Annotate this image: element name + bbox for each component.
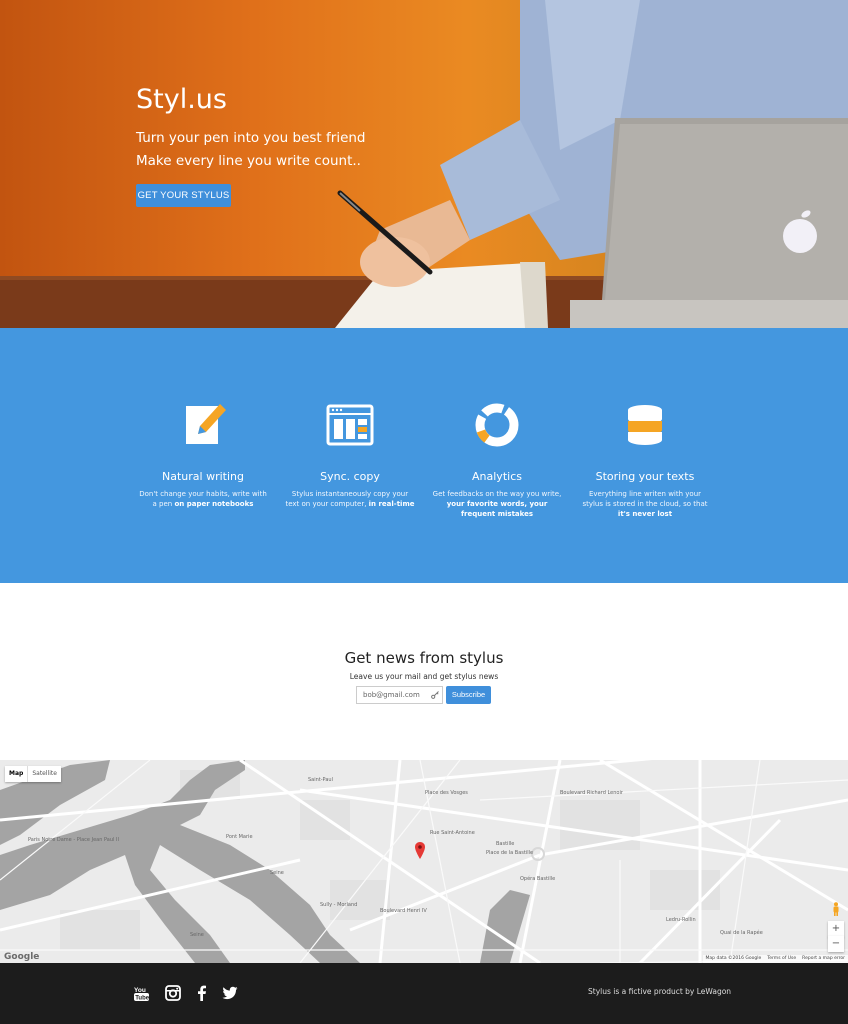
footer: You Tube Stylus is a fictive product by … <box>0 963 848 1024</box>
email-field[interactable] <box>356 686 443 704</box>
terms-of-use-link[interactable]: Terms of Use <box>767 955 796 963</box>
subscribe-button[interactable]: Subscribe <box>446 686 491 704</box>
donut-chart-icon <box>475 403 519 447</box>
svg-text:You: You <box>134 987 146 994</box>
map-label: Place de la Bastille <box>486 850 534 856</box>
hero-banner: Styl.us Turn your pen into you best frie… <box>0 0 848 328</box>
map-label: Ledru-Rollin <box>666 917 696 923</box>
svg-text:Tube: Tube <box>135 996 150 1002</box>
map-label: Boulevard Richard Lenoir <box>560 790 623 796</box>
feature-title: Sync. copy <box>320 470 380 483</box>
hero-title: Styl.us <box>136 84 227 115</box>
layout-window-icon <box>326 404 374 446</box>
key-icon[interactable] <box>431 691 439 699</box>
newsletter-title: Get news from stylus <box>344 649 504 667</box>
map-label: Saint-Paul <box>308 777 333 783</box>
map-label: Quai de la Rapée <box>720 930 763 936</box>
feature-text: Everything line writen with your stylus … <box>582 490 708 518</box>
newsletter-section: Get news from stylus Leave us your mail … <box>0 583 848 760</box>
hero-tagline-2: Make every line you write count.. <box>136 153 361 169</box>
map-label: Seine <box>270 870 284 876</box>
feature-natural-writing: Natural writing Don't change your habits… <box>138 400 268 509</box>
map-marker-icon[interactable] <box>415 842 425 859</box>
map-label: Opéra Bastille <box>520 876 556 882</box>
feature-title: Analytics <box>472 470 522 483</box>
footer-credit: Stylus is a fictive product by LeWagon <box>588 987 732 996</box>
pencil-note-icon <box>186 404 226 444</box>
feature-text: Stylus instantaneously copy your text on… <box>285 490 415 508</box>
instagram-icon[interactable] <box>165 985 181 1001</box>
pegman-icon[interactable] <box>832 902 840 916</box>
facebook-icon[interactable] <box>194 985 210 1001</box>
get-stylus-button[interactable]: GET YOUR STYLUS <box>136 184 231 207</box>
feature-text: Get feedbacks on the way you write, your… <box>432 490 562 518</box>
map-label: Pont Marie <box>226 834 253 840</box>
feature-title: Storing your texts <box>595 470 695 483</box>
map-label: Place des Vosges <box>425 790 468 796</box>
map-widget[interactable]: Saint-Paul Pont Marie Bastille Ledru-Rol… <box>0 760 848 963</box>
map-label: Bastille <box>496 841 515 847</box>
feature-text: Don't change your habits, write with a p… <box>139 490 267 508</box>
feature-sync-copy: Sync. copy Stylus instantaneously copy y… <box>285 400 415 509</box>
map-label: Sully - Morland <box>320 902 358 908</box>
hero-tagline-1: Turn your pen into you best friend <box>136 130 366 146</box>
map-type-toggle: Map Satellite <box>5 766 61 782</box>
feature-storing-texts: Storing your texts Everything line write… <box>580 400 710 519</box>
youtube-icon[interactable]: You Tube <box>134 985 150 1001</box>
twitter-icon[interactable] <box>222 985 238 1001</box>
hero-photo <box>0 0 848 328</box>
features-section: Natural writing Don't change your habits… <box>0 328 848 583</box>
database-icon <box>628 405 662 445</box>
feature-analytics: Analytics Get feedbacks on the way you w… <box>432 400 562 519</box>
feature-title: Natural writing <box>162 470 244 483</box>
map-data-text: Map data ©2016 Google <box>705 956 762 961</box>
zoom-in-button[interactable]: + <box>828 921 844 937</box>
google-logo[interactable]: Google <box>4 952 39 962</box>
newsletter-subtitle: Leave us your mail and get stylus news <box>349 672 499 681</box>
report-map-error-link[interactable]: Report a map error <box>802 955 845 963</box>
map-label: Boulevard Henri IV <box>380 908 427 914</box>
map-attribution: Map data ©2016 Google Terms of Use Repor… <box>702 955 848 963</box>
map-type-satellite-button[interactable]: Satellite <box>27 766 61 782</box>
map-label: Seine <box>190 932 204 938</box>
zoom-out-button[interactable]: − <box>828 936 844 952</box>
map-label: Rue Saint-Antoine <box>430 830 475 836</box>
map-type-map-button[interactable]: Map <box>5 766 27 782</box>
map-label: Paris Notre Dame - Place Jean Paul II <box>28 837 119 843</box>
